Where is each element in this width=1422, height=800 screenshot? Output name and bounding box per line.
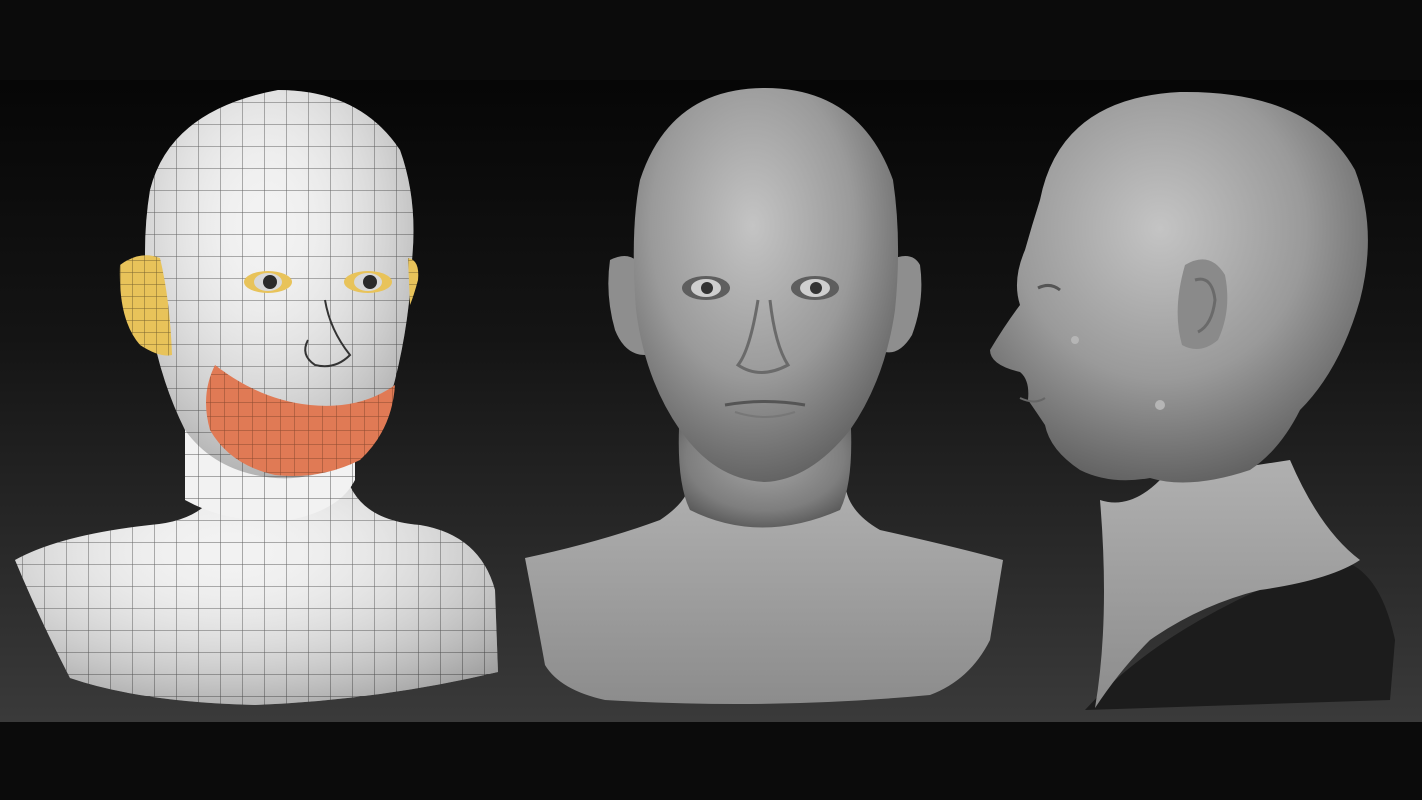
letterbox-top: [0, 0, 1422, 80]
clay-front-figure: [525, 88, 1003, 704]
render-viewport: [0, 80, 1422, 722]
clay-profile-figure: [990, 91, 1395, 710]
image-frame: [0, 0, 1422, 800]
wireframe-head-figure: [15, 90, 498, 705]
letterbox-bottom: [0, 722, 1422, 800]
